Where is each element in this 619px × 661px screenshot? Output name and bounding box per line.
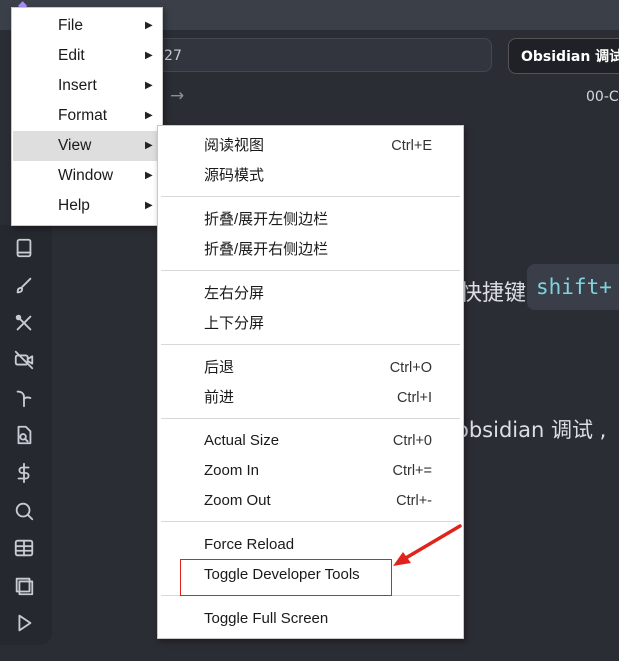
menu-item-actual-size[interactable]: Actual Size Ctrl+0	[159, 426, 462, 456]
menu-item-label: Zoom Out	[204, 492, 271, 509]
red-arrow-icon	[393, 524, 462, 566]
menu-item-window[interactable]: Window ▶	[13, 161, 161, 191]
menu-item-view[interactable]: View ▶	[13, 131, 161, 161]
inline-code: shift+	[527, 264, 619, 310]
menu-item-reading-view[interactable]: 阅读视图 Ctrl+E	[159, 131, 462, 161]
shortcut-label: Ctrl+I	[396, 390, 432, 406]
submenu-arrow-icon: ▶	[145, 140, 153, 151]
menu-item-label: Actual Size	[204, 432, 280, 449]
menu-item-label: 折叠/展开左侧边栏	[204, 211, 329, 228]
menu-item-split-horizontal[interactable]: 上下分屏	[159, 309, 462, 339]
submenu-arrow-icon: ▶	[145, 80, 153, 91]
left-ribbon	[0, 225, 52, 645]
submenu-arrow-icon: ▶	[145, 110, 153, 121]
search-tab[interactable]: Obsidian 调试	[508, 38, 619, 74]
menu-item-label: 阅读视图	[204, 137, 265, 154]
menu-item-zoom-out[interactable]: Zoom Out Ctrl+-	[159, 486, 462, 516]
tools-icon[interactable]	[13, 312, 39, 338]
menu-item-toggle-full-screen[interactable]: Toggle Full Screen	[159, 604, 462, 634]
menu-item-zoom-in[interactable]: Zoom In Ctrl+=	[159, 456, 462, 486]
menu-item-label: 源码模式	[204, 167, 265, 184]
menu-item-label: 上下分屏	[204, 315, 265, 332]
layers-icon[interactable]	[13, 575, 39, 601]
menu-item-label: Edit	[58, 47, 85, 64]
document-date: 00-C	[586, 89, 619, 105]
shortcut-label: Ctrl+O	[389, 360, 432, 376]
menu-item-split-vertical[interactable]: 左右分屏	[159, 279, 462, 309]
shortcut-label: Ctrl+0	[392, 433, 432, 449]
menu-item-label: Force Reload	[204, 536, 295, 553]
file-search-icon[interactable]	[13, 424, 39, 450]
menu-item-toggle-right-sidebar[interactable]: 折叠/展开右侧边栏	[159, 235, 462, 265]
search-icon[interactable]	[13, 500, 39, 526]
submenu-arrow-icon: ▶	[145, 50, 153, 61]
shortcut-label: Ctrl+E	[391, 138, 432, 154]
menu-item-label: 折叠/展开右侧边栏	[204, 241, 329, 258]
menu-item-label: 左右分屏	[204, 285, 265, 302]
dollar-icon[interactable]	[13, 462, 39, 488]
submenu-arrow-icon: ▶	[145, 170, 153, 181]
menu-separator	[161, 196, 460, 197]
menu-item-help[interactable]: Help ▶	[13, 191, 161, 221]
menu-item-label: Window	[58, 167, 114, 184]
menu-item-format[interactable]: Format ▶	[13, 101, 161, 131]
menu-item-label: 后退	[204, 359, 235, 376]
menu-item-label: Format	[58, 107, 108, 124]
menu-item-insert[interactable]: Insert ▶	[13, 71, 161, 101]
menu-separator	[161, 418, 460, 419]
forward-arrow-icon[interactable]: →	[170, 86, 184, 106]
brush-icon[interactable]	[13, 275, 39, 301]
menu-item-edit[interactable]: Edit ▶	[13, 41, 161, 71]
menu-item-file[interactable]: File ▶	[13, 11, 161, 41]
menu-item-toggle-left-sidebar[interactable]: 折叠/展开左侧边栏	[159, 205, 462, 235]
inline-code-text: shift+	[536, 275, 612, 299]
search-tab-label: Obsidian 调试	[521, 49, 619, 65]
menu-separator	[161, 344, 460, 345]
address-field[interactable]: -27	[130, 38, 492, 72]
submenu-arrow-icon: ▶	[145, 20, 153, 31]
menu-item-label: File	[58, 17, 83, 34]
shortcut-label: Ctrl+=	[392, 463, 433, 479]
book-icon[interactable]	[13, 237, 39, 263]
video-off-icon[interactable]	[13, 349, 39, 375]
menu-item-back[interactable]: 后退 Ctrl+O	[159, 353, 462, 383]
menu-item-label: View	[58, 137, 92, 154]
main-menu: File ▶ Edit ▶ Insert ▶ Format ▶ View ▶ W…	[11, 7, 163, 226]
menu-item-label: 前进	[204, 389, 235, 406]
sprout-icon[interactable]	[13, 387, 39, 413]
editor-shortcut-text: 快捷键	[460, 281, 527, 306]
menu-item-label: Help	[58, 197, 90, 214]
highlight-box	[180, 559, 392, 596]
play-icon[interactable]	[13, 612, 39, 638]
menu-item-source-mode[interactable]: 源码模式	[159, 161, 462, 191]
menu-item-label: Zoom In	[204, 462, 260, 479]
shortcut-label: Ctrl+-	[396, 493, 432, 509]
menu-separator	[161, 270, 460, 271]
submenu-arrow-icon: ▶	[145, 200, 153, 211]
menu-item-label: Toggle Full Screen	[204, 610, 329, 627]
menu-item-forward[interactable]: 前进 Ctrl+I	[159, 383, 462, 413]
menu-item-label: Insert	[58, 77, 97, 94]
editor-debug-text: obsidian 调试 ,	[456, 418, 607, 442]
table-icon[interactable]	[13, 537, 39, 563]
